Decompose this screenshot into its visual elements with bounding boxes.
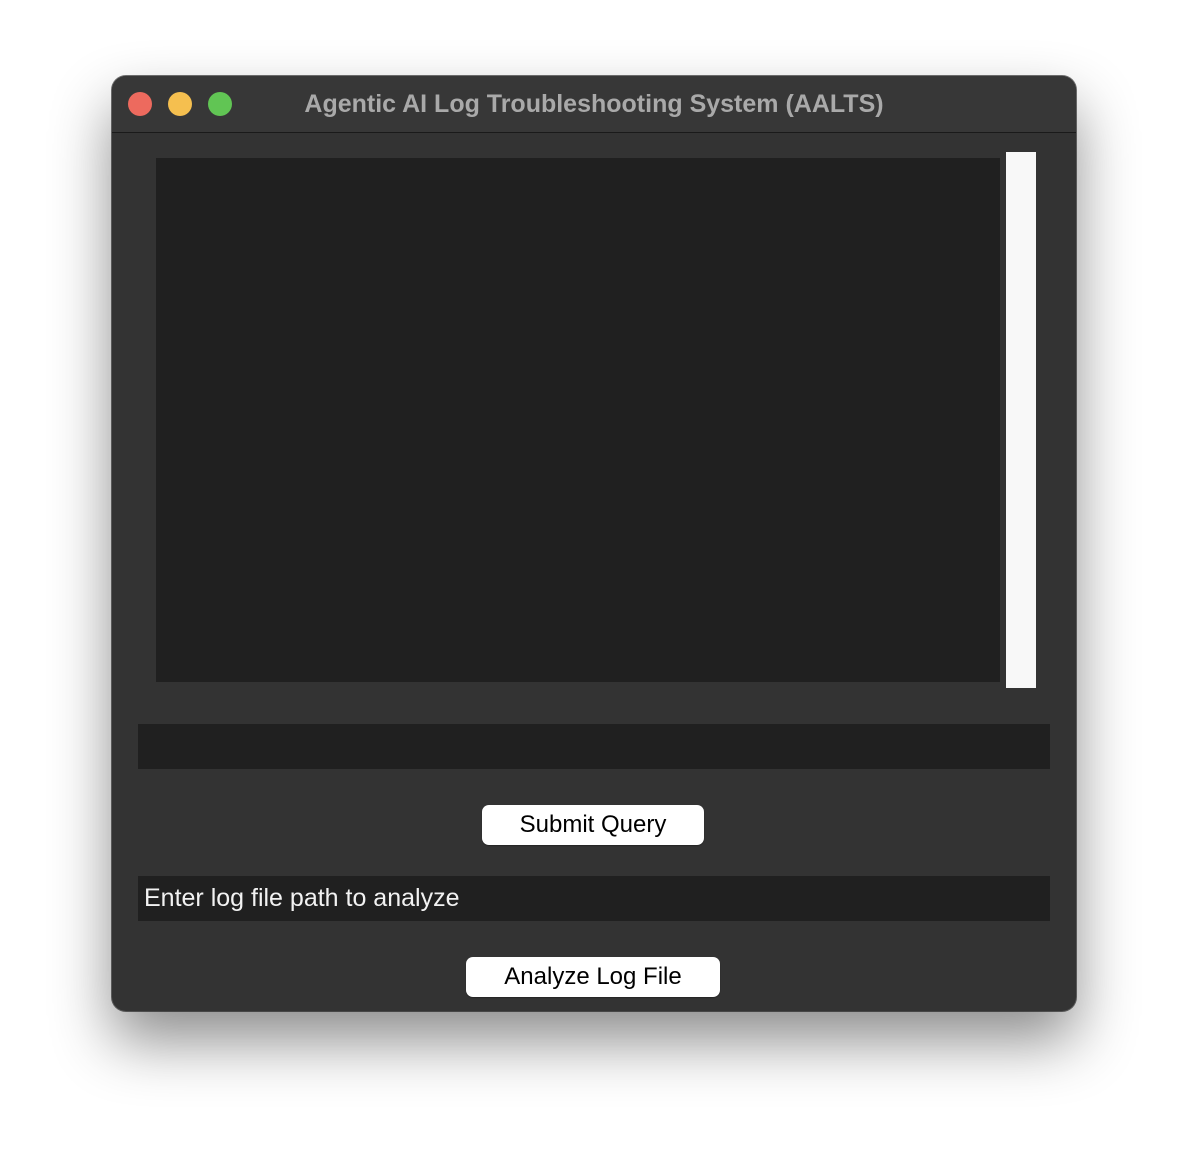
close-window-button[interactable] (128, 92, 152, 116)
analyze-log-file-button[interactable]: Analyze Log File (466, 957, 720, 997)
window-content: Submit Query Enter log file path to anal… (112, 133, 1076, 1011)
zoom-window-button[interactable] (208, 92, 232, 116)
log-output-scrollbar[interactable] (1006, 152, 1036, 688)
query-input[interactable] (138, 724, 1050, 769)
minimize-window-button[interactable] (168, 92, 192, 116)
app-window: Agentic AI Log Troubleshooting System (A… (112, 76, 1076, 1011)
log-file-path-input[interactable]: Enter log file path to analyze (138, 876, 1050, 921)
submit-query-button[interactable]: Submit Query (482, 805, 704, 845)
title-bar[interactable]: Agentic AI Log Troubleshooting System (A… (112, 76, 1076, 133)
window-title: Agentic AI Log Troubleshooting System (A… (304, 90, 884, 118)
log-output-area[interactable] (156, 158, 1000, 682)
